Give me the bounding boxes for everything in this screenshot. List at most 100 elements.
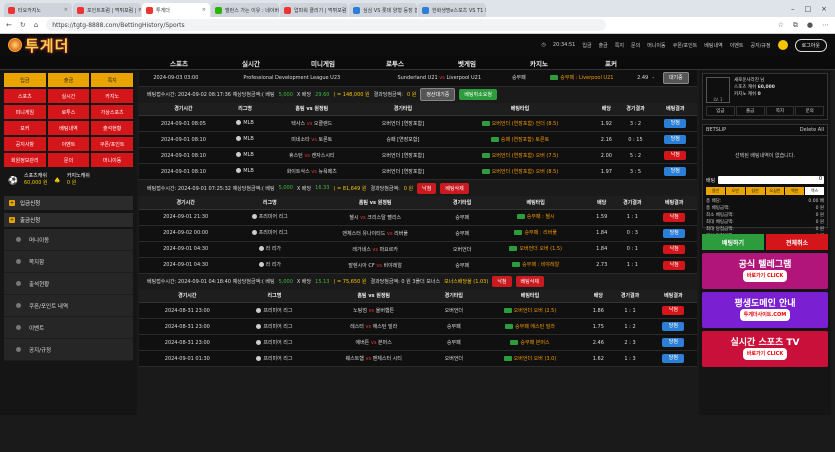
sidebar-button[interactable]: 포커 bbox=[4, 121, 46, 135]
nav-item[interactable]: 포커 bbox=[575, 58, 647, 68]
header-link[interactable]: 머니이동 bbox=[647, 42, 665, 49]
sidebar-menu-item[interactable]: 공지/규정 bbox=[4, 339, 133, 361]
back-icon[interactable]: ← bbox=[6, 21, 12, 29]
extensions-icon[interactable]: ⧉ bbox=[793, 21, 798, 30]
browser-tab[interactable]: 업파워 클리기 | 먹튀포럼 | 사× bbox=[280, 3, 348, 17]
header-link[interactable]: 문의 bbox=[631, 42, 640, 49]
promo-banner[interactable]: 공식 텔레그램 바로가기 CLICK bbox=[702, 253, 828, 289]
score: 3 : 2 bbox=[617, 115, 654, 132]
place-bet-button[interactable]: 배팅하기 bbox=[702, 234, 764, 250]
maximize-icon[interactable]: □ bbox=[805, 5, 812, 13]
tab-favicon-icon bbox=[146, 6, 153, 14]
bet-chip[interactable]: 백만 bbox=[785, 187, 805, 195]
header-link[interactable]: 쪽지 bbox=[615, 42, 624, 49]
nav-item[interactable]: 미니게임 bbox=[287, 58, 359, 68]
summary-action-button[interactable]: 베팅삭제 bbox=[440, 182, 469, 194]
url-input[interactable]: https://tgtg-8888.com/BettingHistory/Spo… bbox=[46, 19, 607, 31]
promo-banner[interactable]: 평생도메인 안내 투게더사이트.COM bbox=[702, 292, 828, 328]
sidebar-menu-item[interactable]: 이벤트 bbox=[4, 317, 133, 339]
browser-tab[interactable]: 투게더 × bbox=[142, 3, 210, 17]
sidebar-button[interactable]: 가상스포츠 bbox=[91, 105, 133, 119]
sidebar-button[interactable]: 문의 bbox=[47, 153, 90, 167]
bet-chip[interactable]: 십만 bbox=[745, 187, 765, 195]
sidebar-menu-item[interactable]: 쪽지함 bbox=[4, 251, 133, 273]
sound-icon[interactable] bbox=[777, 40, 788, 50]
bet-chip[interactable]: 일만 bbox=[706, 187, 725, 195]
nav-item[interactable]: 벳게임 bbox=[431, 58, 503, 68]
bet-chip[interactable]: 오만 bbox=[725, 187, 745, 195]
summary-action-button[interactable]: 베팅삭제 bbox=[515, 276, 544, 287]
header-link[interactable]: 출금 bbox=[599, 42, 608, 49]
logout-button[interactable]: 로그아웃 bbox=[794, 38, 827, 52]
header-link[interactable]: 입금 bbox=[582, 42, 591, 49]
cancel-all-button[interactable]: 전체취소 bbox=[766, 234, 828, 250]
sidebar-button[interactable]: 배팅내역 bbox=[47, 121, 90, 135]
home-icon[interactable]: ⌂ bbox=[34, 21, 38, 29]
refresh-icon[interactable]: ↻ bbox=[20, 21, 26, 29]
nav-item[interactable]: 스포츠 bbox=[143, 58, 215, 68]
nav-item[interactable]: 실시간 bbox=[215, 58, 287, 68]
browser-tab[interactable]: 한화생명e스포츠 VS T1 피× bbox=[418, 3, 486, 17]
tab-label: 투게더 bbox=[156, 7, 170, 14]
delete-all-button[interactable]: Delete All bbox=[800, 127, 824, 133]
sidebar-button[interactable]: 공지사항 bbox=[4, 137, 46, 151]
column-header: 배당 bbox=[586, 289, 611, 303]
sidebar-button[interactable]: 입금 bbox=[4, 73, 46, 87]
bet-stat-row: 최대 당첨금액: 0 원 bbox=[703, 226, 827, 233]
sidebar-button[interactable]: 로투스 bbox=[47, 105, 90, 119]
nav-item[interactable]: 로투스 bbox=[359, 58, 431, 68]
sidebar-button[interactable]: 실시간 bbox=[47, 89, 90, 103]
summary-action-button[interactable]: 낙첨 bbox=[417, 182, 437, 194]
profile-icon[interactable]: ● bbox=[807, 21, 813, 30]
header-link[interactable]: 베팅내역 bbox=[704, 42, 722, 49]
promo-banner[interactable]: 실시간 스포츠 TV 바로가기 CLICK bbox=[702, 331, 828, 367]
summary-action-button[interactable]: 낙첨 bbox=[492, 276, 512, 287]
deposit-request[interactable]: + 입금신청 bbox=[4, 196, 133, 210]
close-tab-icon[interactable]: × bbox=[202, 7, 206, 13]
score: 1 : 1 bbox=[613, 209, 652, 226]
sidebar-button[interactable]: 머니이동 bbox=[91, 153, 133, 167]
sidebar-button[interactable]: 쿠폰/포인트 bbox=[91, 137, 133, 151]
sidebar-button[interactable]: 회원정보관리 bbox=[4, 153, 46, 167]
sidebar-menu-item[interactable]: 쿠폰/포인트 내역 bbox=[4, 295, 133, 317]
user-action-button[interactable]: 문의 bbox=[795, 106, 824, 116]
sidebar-button[interactable]: 스포츠 bbox=[4, 89, 46, 103]
header-link[interactable]: 쿠폰/포인트 bbox=[673, 42, 698, 49]
bet-chip[interactable]: 오십만 bbox=[765, 187, 785, 195]
nav-item[interactable]: 카지노 bbox=[503, 58, 575, 68]
bet-chip[interactable]: 맥스 bbox=[805, 187, 824, 195]
header-link[interactable]: 공지/규정 bbox=[751, 42, 771, 49]
league-icon bbox=[236, 168, 242, 174]
sidebar-menu-item[interactable]: 출석현황 bbox=[4, 273, 133, 295]
sidebar-button[interactable]: 출금 bbox=[47, 73, 90, 87]
browser-tab[interactable]: 포인트포럼 | 먹튀포럼 | 카지노× bbox=[73, 3, 141, 17]
summary-action-button[interactable]: 정산대기중 bbox=[420, 88, 456, 101]
sidebar-button[interactable]: 미니게임 bbox=[4, 105, 46, 119]
bet-stat-label: 최소 베팅금액: bbox=[706, 213, 734, 218]
summary-action-button[interactable]: 베팅취소요청 bbox=[459, 89, 497, 100]
browser-tab[interactable]: 밸런스 가는 이유 : 네이버 검색× bbox=[211, 3, 279, 17]
bet-amount-input[interactable]: 0 bbox=[718, 176, 824, 184]
star-icon[interactable]: ☆ bbox=[778, 21, 784, 30]
menu-icon[interactable]: ⋯ bbox=[822, 21, 829, 30]
user-action-button[interactable]: 입금 bbox=[706, 106, 735, 116]
sidebar-button[interactable]: 이벤트 bbox=[47, 137, 90, 151]
table-row: 2024-08-31 23:00 프리미어 리그 에버튼 vs 본머스 승무패 승무패 … bbox=[139, 334, 697, 351]
minimize-icon[interactable]: – bbox=[791, 5, 795, 13]
withdraw-request[interactable]: + 출금신청 bbox=[4, 213, 133, 227]
close-window-icon[interactable]: × bbox=[821, 5, 827, 13]
user-action-button[interactable]: 출금 bbox=[735, 106, 765, 116]
browser-tab[interactable]: 타요카지노 × bbox=[4, 3, 72, 17]
close-tab-icon[interactable]: × bbox=[64, 7, 68, 13]
header-link[interactable]: 이벤트 bbox=[730, 42, 744, 49]
browser-tab[interactable]: 심심 VS 롯데 양형 등장 합× bbox=[349, 3, 417, 17]
table-row: 2024-09-02 00:00 프리미어 리그 맨체스터 유나이티드 vs 리버풀… bbox=[139, 225, 697, 242]
summary-amt: 5,000 bbox=[278, 91, 293, 98]
sidebar-button[interactable]: 출석현황 bbox=[91, 121, 133, 135]
user-action-button[interactable]: 쪽지 bbox=[765, 106, 795, 116]
sidebar-button[interactable]: 쪽지 bbox=[91, 73, 133, 87]
tab-label: 포인트포럼 | 먹튀포럼 | 카지노 bbox=[87, 7, 141, 14]
sidebar-menu-item[interactable]: 머니이동 bbox=[4, 229, 133, 251]
sidebar-button[interactable]: 카지노 bbox=[91, 89, 133, 103]
site-logo[interactable]: 투게더 bbox=[8, 35, 69, 56]
